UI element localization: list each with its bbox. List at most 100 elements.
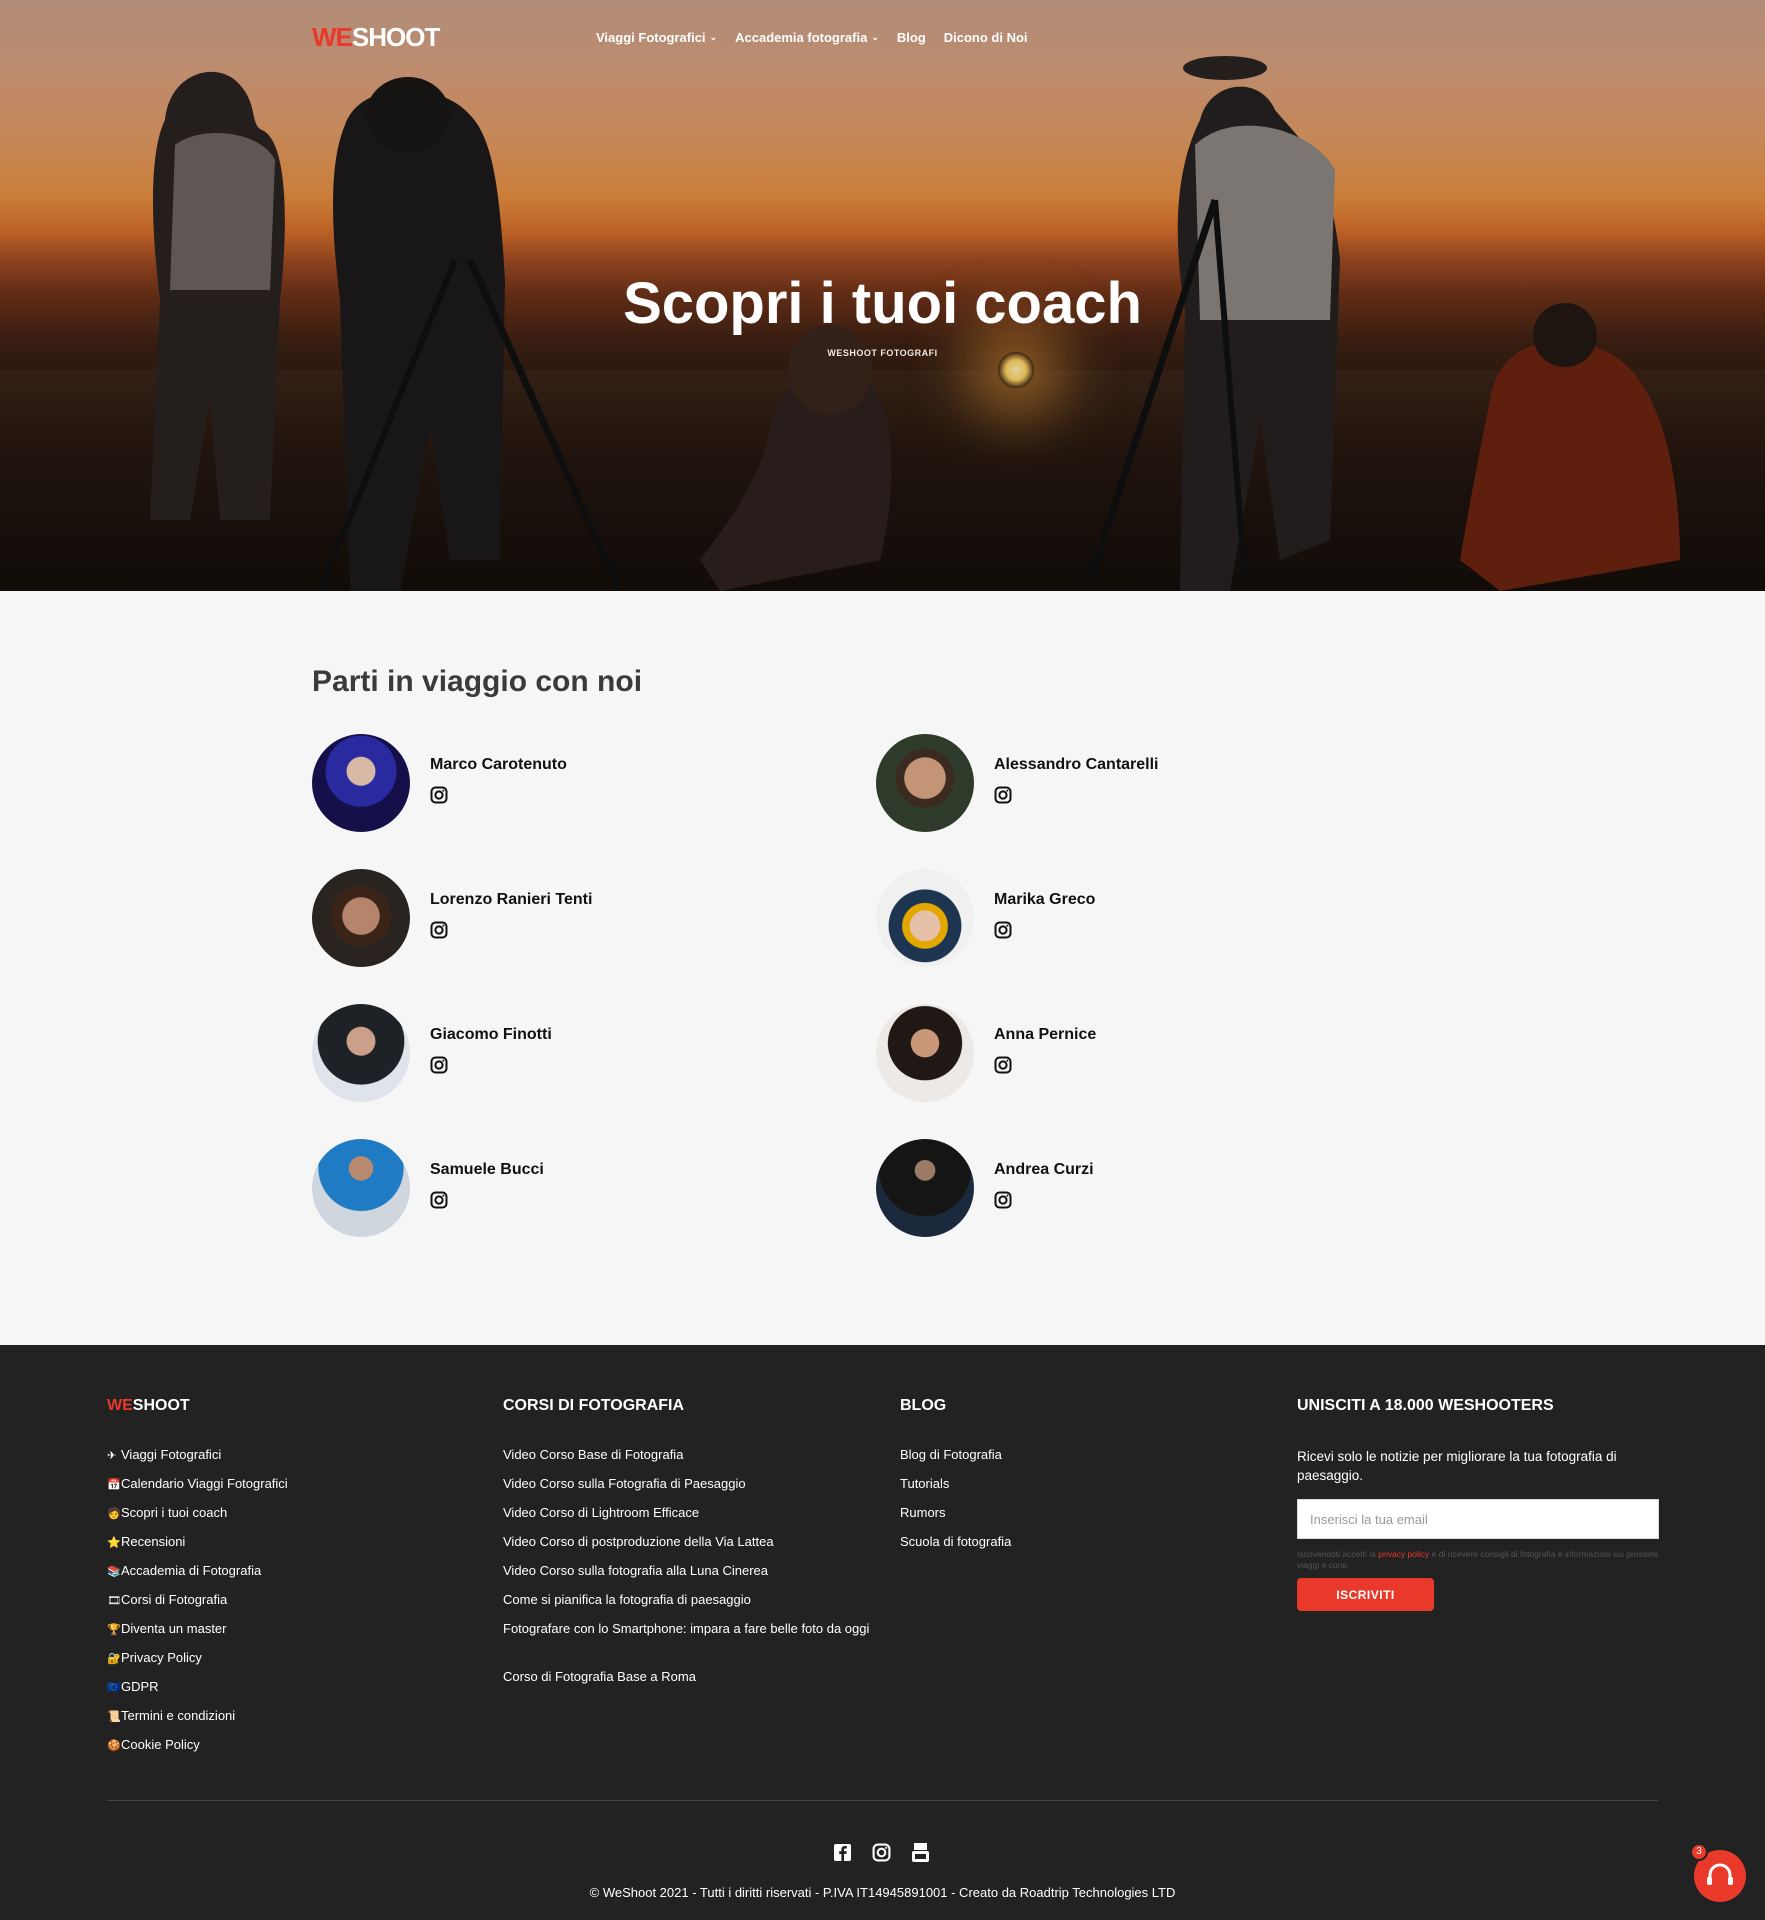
coach-name: Marika Greco — [994, 891, 1096, 908]
footer-link[interactable]: Tutorials — [900, 1476, 1011, 1505]
menu-item-label: Accademia fotografia — [735, 30, 868, 45]
footer-link[interactable]: 🏆Diventa un master — [107, 1621, 288, 1650]
footer-divider — [107, 1800, 1658, 1801]
footer-link-label: Corsi di Fotografia — [121, 1592, 228, 1607]
menu-item-viaggi-fotografici[interactable]: Viaggi Fotografici ⌄ — [596, 30, 717, 45]
notification-badge: 3 — [1690, 1843, 1708, 1861]
menu-item-accademia-fotografia[interactable]: Accademia fotografia ⌄ — [735, 30, 879, 45]
privacy-policy-link[interactable]: privacy policy — [1378, 1549, 1429, 1559]
coach-card[interactable]: Anna Pernice — [876, 1004, 1276, 1104]
footer-link[interactable]: 🔐Privacy Policy — [107, 1650, 288, 1679]
newsletter-text: Ricevi solo le notizie per migliorare la… — [1297, 1449, 1617, 1483]
footer-link[interactable]: ✈ Viaggi Fotografici — [107, 1447, 288, 1476]
main-menu: Viaggi Fotografici ⌄ Accademia fotografi… — [596, 30, 1028, 45]
chevron-down-icon: ⌄ — [709, 32, 718, 42]
avatar — [876, 734, 974, 832]
menu-item-blog[interactable]: Blog — [897, 30, 926, 45]
instagram-icon[interactable] — [430, 786, 448, 804]
footer-link-label: Privacy Policy — [121, 1650, 202, 1665]
facebook-icon[interactable] — [833, 1843, 852, 1862]
footer-link[interactable]: Rumors — [900, 1505, 1011, 1534]
footer-link-label: Calendario Viaggi Fotografici — [121, 1476, 288, 1491]
footer-col-title: CORSI DI FOTOGRAFIA — [503, 1397, 685, 1414]
coach-name: Giacomo Finotti — [430, 1026, 552, 1043]
coach-card[interactable]: Alessandro Cantarelli — [876, 734, 1276, 834]
avatar — [312, 869, 410, 967]
coach-card[interactable]: Giacomo Finotti — [312, 1004, 712, 1104]
footer-col-title: UNISCITI A 18.000 WESHOOTERS — [1297, 1397, 1554, 1414]
footer-col-blog: BLOG Blog di Fotografia Tutorials Rumors… — [900, 1397, 1011, 1563]
instagram-icon[interactable] — [430, 1056, 448, 1074]
footer-link-label: Scopri i tuoi coach — [121, 1505, 228, 1520]
instagram-icon[interactable] — [430, 1191, 448, 1209]
footer-link[interactable]: 🇪🇺GDPR — [107, 1679, 288, 1708]
page-title: Scopri i tuoi coach — [623, 271, 1142, 336]
footer-link[interactable]: Video Corso di postproduzione della Via … — [503, 1534, 873, 1563]
coach-name: Andrea Curzi — [994, 1161, 1094, 1178]
airplane-icon: ✈ — [107, 1450, 117, 1462]
youtube-icon[interactable] — [911, 1843, 930, 1862]
footer-link[interactable]: 🍪Cookie Policy — [107, 1737, 288, 1766]
footer-link[interactable]: Come si pianifica la fotografia di paesa… — [503, 1592, 873, 1621]
footer-col-title: WESHOOT — [107, 1397, 288, 1415]
menu-item-dicono-di-noi[interactable]: Dicono di Noi — [944, 30, 1028, 45]
footer-link[interactable]: 🎞Corsi di Fotografia — [107, 1592, 288, 1621]
star-icon: ⭐ — [107, 1537, 121, 1549]
coach-card[interactable]: Marika Greco — [876, 869, 1276, 969]
logo-shoot: SHOOT — [351, 22, 440, 52]
footer-col-title: BLOG — [900, 1397, 947, 1414]
instagram-icon[interactable] — [872, 1843, 891, 1862]
footer-link[interactable]: Video Corso sulla Fotografia di Paesaggi… — [503, 1476, 873, 1505]
footer-link[interactable]: 🧑Scopri i tuoi coach — [107, 1505, 288, 1534]
logo-shoot: SHOOT — [132, 1397, 190, 1414]
footer-link[interactable]: ⭐Recensioni — [107, 1534, 288, 1563]
footer: WESHOOT ✈ Viaggi Fotografici 📅Calendario … — [0, 1345, 1765, 1920]
avatar — [312, 1004, 410, 1102]
coach-card[interactable]: Samuele Bucci — [312, 1139, 712, 1239]
weshoot-logo[interactable]: WESHOOT — [312, 22, 440, 53]
footer-link-label: Diventa un master — [121, 1621, 227, 1636]
books-icon: 📚 — [107, 1566, 121, 1578]
footer-link-label: Accademia di Fotografia — [121, 1563, 262, 1578]
footer-link[interactable]: Fotografare con lo Smartphone: impara a … — [503, 1621, 873, 1669]
footer-link[interactable]: 📅Calendario Viaggi Fotografici — [107, 1476, 288, 1505]
cookie-icon: 🍪 — [107, 1740, 121, 1752]
email-field[interactable] — [1297, 1499, 1659, 1539]
footer-link-label: Cookie Policy — [121, 1737, 200, 1752]
lock-icon: 🔐 — [107, 1653, 121, 1665]
coach-name: Anna Pernice — [994, 1026, 1097, 1043]
coach-name: Lorenzo Ranieri Tenti — [430, 891, 593, 908]
instagram-icon[interactable] — [994, 1056, 1012, 1074]
avatar — [876, 1139, 974, 1237]
menu-item-label: Viaggi Fotografici — [596, 30, 706, 45]
footer-link[interactable]: Corso di Fotografia Base a Roma — [503, 1669, 873, 1698]
avatar — [312, 734, 410, 832]
instagram-icon[interactable] — [994, 786, 1012, 804]
footer-link[interactable]: 📜Termini e condizioni — [107, 1708, 288, 1737]
footer-link[interactable]: Video Corso sulla fotografia alla Luna C… — [503, 1563, 873, 1592]
footer-link-label: Viaggi Fotografici — [121, 1447, 222, 1462]
footer-link[interactable]: Blog di Fotografia — [900, 1447, 1011, 1476]
footer-link[interactable]: Video Corso di Lightroom Efficace — [503, 1505, 873, 1534]
instagram-icon[interactable] — [994, 1191, 1012, 1209]
avatar — [312, 1139, 410, 1237]
instagram-icon[interactable] — [430, 921, 448, 939]
footer-link[interactable]: Scuola di fotografia — [900, 1534, 1011, 1563]
eu-flag-icon: 🇪🇺 — [107, 1682, 121, 1694]
section-title: Parti in viaggio con noi — [312, 665, 643, 698]
footer-link[interactable]: 📚Accademia di Fotografia — [107, 1563, 288, 1592]
consent-text: Iscrivendoti accetti la privacy policy e… — [1297, 1549, 1659, 1571]
coach-card[interactable]: Marco Carotenuto — [312, 734, 712, 834]
coach-card[interactable]: Andrea Curzi — [876, 1139, 1276, 1239]
footer-link-label: Recensioni — [121, 1534, 186, 1549]
subscribe-button[interactable]: ISCRIVITI — [1297, 1578, 1434, 1611]
coach-card[interactable]: Lorenzo Ranieri Tenti — [312, 869, 712, 969]
coaches-section: Parti in viaggio con noi Marco Carotenut… — [0, 591, 1765, 1345]
footer-link[interactable]: Video Corso Base di Fotografia — [503, 1447, 873, 1476]
consent-text-before: Iscrivendoti accetti la — [1297, 1549, 1379, 1559]
coach-name: Samuele Bucci — [430, 1161, 544, 1178]
hero-banner: WESHOOT Viaggi Fotografici ⌄ Accademia f… — [0, 0, 1765, 591]
instagram-icon[interactable] — [994, 921, 1012, 939]
avatar — [876, 869, 974, 967]
film-icon: 🎞 — [107, 1595, 121, 1607]
